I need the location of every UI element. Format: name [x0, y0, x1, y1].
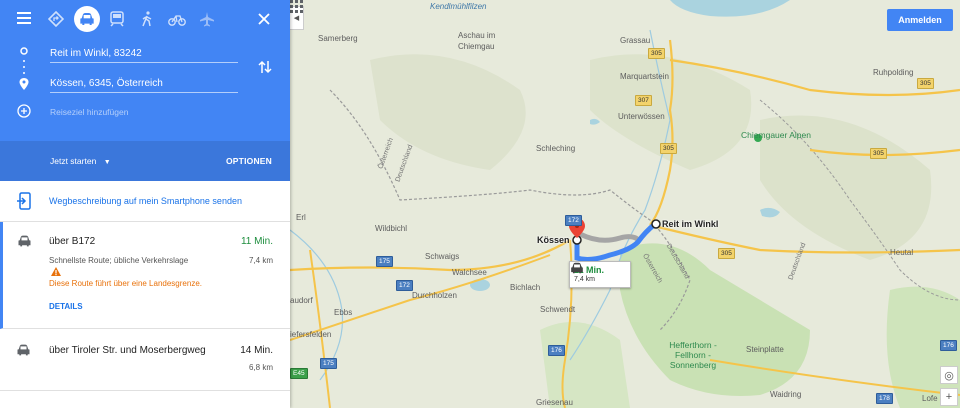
place-label: Samerberg [318, 34, 358, 43]
map-drawing [290, 0, 960, 408]
mode-flight[interactable] [196, 8, 218, 30]
mode-car[interactable] [74, 6, 100, 32]
destination-field[interactable]: Kössen, 6345, Österreich [50, 78, 238, 93]
walk-icon [142, 11, 152, 27]
place-label: Aschau im Chiemgau [458, 31, 496, 51]
road-shield: 305 [917, 78, 934, 89]
route-distance: 6,8 km [248, 363, 273, 372]
car-icon [80, 13, 94, 25]
place-label: Schwendt [540, 305, 576, 314]
road-shield: E45 [290, 368, 308, 379]
train-icon [110, 11, 124, 27]
mode-transit[interactable] [106, 8, 128, 30]
origin-field[interactable]: Reit im Winkl, 83242 [50, 48, 238, 63]
place-label: Unterwössen [618, 112, 665, 121]
destination-label[interactable]: Kössen [537, 235, 570, 245]
route-info-card[interactable]: 11 Min. 7,4 km [569, 261, 631, 288]
place-label: Ebbs [334, 308, 353, 317]
close-icon[interactable] [258, 13, 270, 25]
place-label: Erl [296, 213, 306, 222]
location-icon: ◎ [944, 369, 954, 382]
start-point-marker [651, 219, 661, 229]
place-label: iefersfelden [290, 330, 332, 339]
place-label: Griesenau [536, 398, 573, 407]
road-shield: 172 [565, 215, 582, 226]
route-time: 11 Min. [240, 236, 273, 247]
route-connector-icon [19, 47, 29, 90]
place-label: Kendlmühlfilzen [430, 2, 487, 11]
car-icon [17, 344, 30, 356]
map-canvas[interactable]: Kendlmühlfilzen Samerberg Aschau im Chie… [290, 0, 960, 408]
warning-icon [51, 267, 61, 276]
place-label: Grassau [620, 36, 651, 45]
place-label: Chiemgauer Alpen [741, 130, 811, 140]
road-shield: 175 [320, 358, 337, 369]
departure-time-label: Jetzt starten [50, 156, 97, 166]
road-shield: 172 [396, 280, 413, 291]
place-label: Steinplatte [746, 345, 784, 354]
place-label: Lofe [922, 394, 938, 403]
send-to-phone-label: Wegbeschreibung auf mein Smartphone send… [49, 196, 242, 206]
place-label: Walchsee [452, 268, 487, 277]
directions-header: Reit im Winkl, 83242 Kössen, 6345, Öster… [0, 0, 290, 141]
road-shield: 176 [548, 345, 565, 356]
zoom-in-button[interactable]: + [940, 388, 958, 406]
departure-options-bar: Jetzt starten ▼ OPTIONEN [0, 141, 290, 181]
place-label: Wildbichl [375, 224, 408, 233]
place-label: Marquartstein [620, 72, 669, 81]
options-button[interactable]: OPTIONEN [226, 156, 272, 166]
road-shield: 176 [940, 340, 957, 351]
place-label: Bichlach [510, 283, 541, 292]
directions-panel: Reit im Winkl, 83242 Kössen, 6345, Öster… [0, 0, 290, 408]
route-distance: 7,4 km [248, 256, 273, 265]
road-shield: 178 [876, 393, 893, 404]
add-destination-icon[interactable] [17, 104, 31, 118]
signin-button[interactable]: Anmelden [887, 9, 953, 31]
place-label: Schleching [536, 144, 576, 153]
plus-icon: + [945, 391, 953, 403]
bike-icon [168, 15, 186, 26]
road-shield: 175 [376, 256, 393, 267]
car-icon [18, 235, 31, 247]
place-label: Schwaigs [425, 252, 460, 261]
travel-mode-bar [0, 0, 290, 38]
road-shield: 305 [718, 248, 735, 259]
apps-grid-icon[interactable] [290, 0, 304, 14]
flight-icon [200, 12, 214, 27]
mode-walk[interactable] [136, 8, 158, 30]
route-option[interactable]: über B172 11 Min. Schnellste Route; übli… [0, 222, 290, 329]
add-destination-field[interactable]: Reiseziel hinzufügen [50, 107, 238, 120]
road-shield: 305 [660, 143, 677, 154]
route-details-link[interactable]: DETAILS [49, 302, 83, 311]
road-shield: 305 [870, 148, 887, 159]
route-time: 14 Min. [240, 345, 273, 356]
place-label: Hefferthorn - Fellhorn - Sonnenberg [669, 340, 717, 371]
route-card-distance: 7,4 km [574, 276, 596, 283]
dropdown-arrow-icon: ▼ [103, 159, 111, 166]
place-label: Waidring [770, 390, 802, 399]
best-route-icon [48, 11, 64, 27]
route-via: über B172 [49, 236, 96, 247]
departure-time-dropdown[interactable]: Jetzt starten ▼ [50, 156, 111, 166]
route-warning: Diese Route führt über eine Landesgrenze… [49, 279, 202, 288]
mode-bike[interactable] [166, 8, 188, 30]
place-label: Ruhpolding [873, 68, 914, 77]
place-label: Durchholzen [412, 291, 457, 300]
car-icon [571, 262, 583, 274]
send-to-phone-button[interactable]: Wegbeschreibung auf mein Smartphone send… [0, 181, 290, 222]
menu-icon[interactable] [17, 12, 31, 24]
start-label[interactable]: Reit im Winkl [662, 219, 718, 229]
place-label: audorf [290, 296, 313, 305]
route-via: über Tiroler Str. und Moserbergweg [49, 345, 206, 356]
road-shield: 307 [635, 95, 652, 106]
route-description: Schnellste Route; übliche Verkehrslage [49, 256, 189, 265]
mode-best-route[interactable] [45, 8, 67, 30]
road-shield: 305 [648, 48, 665, 59]
maps-app: Kendlmühlfilzen Samerberg Aschau im Chie… [0, 0, 960, 408]
place-label: Heutal [890, 248, 914, 257]
swap-icon[interactable] [258, 60, 272, 74]
my-location-button[interactable]: ◎ [940, 366, 958, 384]
send-to-phone-icon [17, 192, 31, 210]
route-option[interactable]: über Tiroler Str. und Moserbergweg 14 Mi… [0, 329, 290, 391]
